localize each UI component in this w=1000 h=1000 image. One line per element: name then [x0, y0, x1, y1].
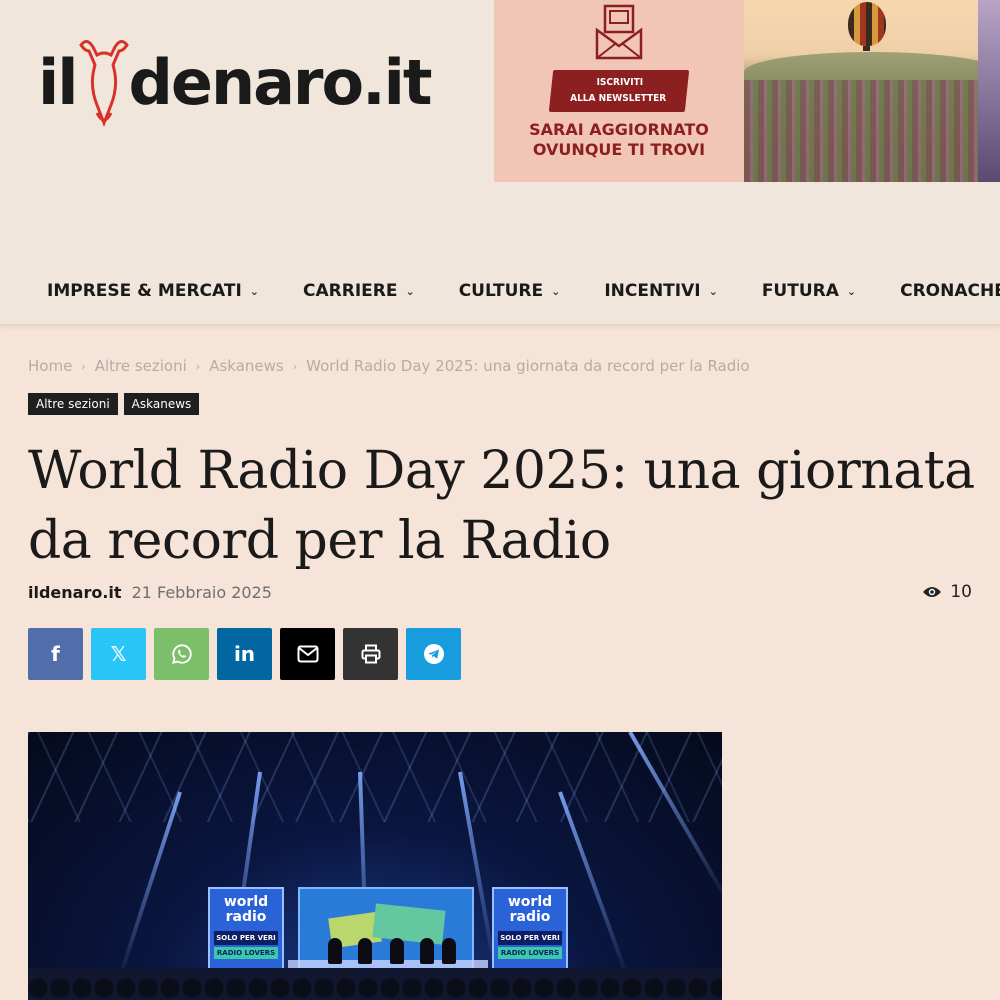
breadcrumb-askanews[interactable]: Askanews — [209, 357, 284, 375]
share-email-button[interactable] — [280, 628, 335, 680]
chevron-down-icon: ⌄ — [708, 284, 718, 298]
newsletter-signup-pill[interactable]: ISCRIVITI ALLA NEWSLETTER — [548, 70, 690, 112]
view-count-number: 10 — [950, 582, 972, 602]
article-title: World Radio Day 2025: una giornata da re… — [28, 441, 975, 571]
share-facebook-button[interactable]: f — [28, 628, 83, 680]
newsletter-tagline: SARAI AGGIORNATO OVUNQUE TI TROVI — [529, 120, 709, 160]
chevron-down-icon: ⌄ — [405, 284, 415, 298]
nav-item-culture[interactable]: CULTURE ⌄ — [459, 277, 561, 305]
article-author[interactable]: ildenaro.it — [28, 583, 122, 602]
article-date: 21 Febbraio 2025 — [131, 583, 272, 602]
logo-text-il: il — [38, 46, 78, 119]
nav-item-label: IMPRESE & MERCATI — [47, 281, 242, 301]
screen-decoration-shape — [372, 903, 446, 945]
breadcrumb-altre-sezioni[interactable]: Altre sezioni — [95, 357, 187, 375]
screen-right-sub1: SOLO PER VERI — [498, 931, 562, 945]
view-count: 10 — [922, 582, 972, 602]
flower-field-shape — [744, 80, 984, 182]
site-logo[interactable]: il denaro.it — [38, 35, 458, 130]
screen-left-title1: world — [223, 894, 269, 910]
nav-item-carriere[interactable]: CARRIERE ⌄ — [303, 277, 415, 305]
nav-item-label: CARRIERE — [303, 281, 398, 301]
tag-askanews[interactable]: Askanews — [123, 393, 200, 415]
screen-left-title2: radio — [225, 909, 267, 925]
category-tags: Altre sezioni Askanews — [28, 393, 200, 415]
newsletter-tagline-line2: OVUNQUE TI TROVI — [532, 140, 706, 159]
telegram-icon — [423, 644, 444, 664]
nav-item-label: CULTURE — [458, 281, 544, 301]
newsletter-banner-ad[interactable]: ISCRIVITI ALLA NEWSLETTER SARAI AGGIORNA… — [494, 0, 1000, 182]
breadcrumb-separator-icon: › — [195, 359, 201, 373]
share-telegram-button[interactable] — [406, 628, 461, 680]
facebook-icon: f — [51, 642, 60, 666]
chevron-down-icon: ⌄ — [551, 284, 561, 298]
screen-left-sub2: RADIO LOVERS — [214, 947, 278, 959]
share-whatsapp-button[interactable] — [154, 628, 209, 680]
article-meta: ildenaro.it 21 Febbraio 2025 — [28, 583, 272, 602]
envelope-newsletter-icon — [595, 4, 643, 60]
lion-logo-icon — [78, 40, 129, 128]
breadcrumb: Home › Altre sezioni › Askanews › World … — [28, 357, 750, 375]
speaker-silhouette — [420, 938, 434, 964]
hot-air-balloon-icon — [848, 2, 886, 46]
screen-left-sub1: SOLO PER VERI — [214, 931, 278, 945]
newsletter-pill-line2: ALLA NEWSLETTER — [570, 93, 667, 104]
logo-text-denaro: denaro.it — [128, 46, 433, 119]
share-linkedin-button[interactable]: in — [217, 628, 272, 680]
site-header: il denaro.it ISCRIVITI ALLA NEWSLETTER S… — [0, 0, 1000, 325]
breadcrumb-current: World Radio Day 2025: una giornata da re… — [306, 357, 750, 375]
speaker-silhouette — [328, 938, 342, 964]
article-hero-photo: world radio SOLO PER VERI RADIO LOVERS w… — [28, 732, 722, 1000]
screen-right-title1: world — [507, 894, 553, 910]
speaker-silhouette — [442, 938, 456, 964]
balloon-basket-shape — [863, 46, 870, 51]
share-x-button[interactable]: 𝕏 — [91, 628, 146, 680]
nav-item-cronache[interactable]: CRONACHE ⌄ — [900, 277, 1000, 305]
nav-item-futura[interactable]: FUTURA ⌄ — [762, 277, 856, 305]
nav-item-imprese-mercati[interactable]: IMPRESE & MERCATI ⌄ — [47, 277, 259, 305]
print-button[interactable] — [343, 628, 398, 680]
share-buttons: f 𝕏 in — [28, 628, 461, 680]
main-navigation: IMPRESE & MERCATI ⌄ CARRIERE ⌄ CULTURE ⌄… — [47, 277, 1000, 305]
screen-right-sub2: RADIO LOVERS — [498, 947, 562, 959]
breadcrumb-separator-icon: › — [81, 359, 86, 373]
speaker-silhouette — [390, 938, 404, 964]
printer-icon — [361, 644, 380, 664]
nav-item-label: CRONACHE — [900, 281, 1000, 301]
breadcrumb-home[interactable]: Home — [28, 357, 72, 375]
balloon-landscape-image — [744, 0, 1000, 182]
breadcrumb-separator-icon: › — [292, 359, 298, 373]
newsletter-tagline-line1: SARAI AGGIORNATO — [529, 120, 709, 139]
x-twitter-icon: 𝕏 — [110, 642, 127, 666]
newsletter-pill-line1: ISCRIVITI — [596, 77, 644, 88]
audience-crowd-shape — [28, 968, 722, 1000]
eye-icon — [923, 587, 942, 597]
whatsapp-icon — [171, 644, 192, 665]
envelope-icon — [297, 645, 318, 663]
newsletter-banner-panel: ISCRIVITI ALLA NEWSLETTER SARAI AGGIORNA… — [494, 0, 744, 182]
linkedin-icon: in — [233, 642, 256, 666]
speaker-silhouette — [358, 938, 372, 964]
chevron-down-icon: ⌄ — [249, 284, 259, 298]
nav-item-label: FUTURA — [761, 281, 839, 301]
stage-truss-shape — [28, 732, 722, 822]
tag-altre-sezioni[interactable]: Altre sezioni — [28, 393, 118, 415]
banner-edge-strip — [978, 0, 1000, 182]
chevron-down-icon: ⌄ — [846, 284, 857, 298]
screen-right-title2: radio — [509, 909, 551, 925]
nav-item-incentivi[interactable]: INCENTIVI ⌄ — [604, 277, 718, 305]
nav-item-label: INCENTIVI — [604, 281, 701, 301]
